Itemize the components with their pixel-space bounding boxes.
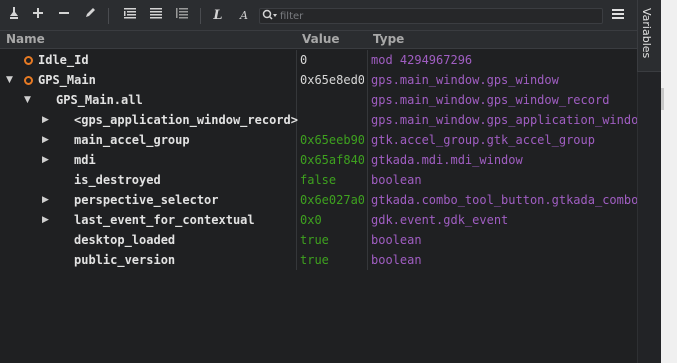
table-row[interactable]: ▶ last_event_for_contextual 0x0 gdk.event.g… — [0, 210, 637, 230]
plus-icon[interactable] — [28, 6, 48, 26]
row-name: main_accel_group — [74, 133, 190, 147]
row-value: 0x65af840 — [300, 153, 364, 167]
row-type: boolean — [371, 233, 422, 247]
expand-all-icon[interactable] — [120, 6, 140, 26]
row-value: 0x0 — [300, 213, 322, 227]
row-name: desktop_loaded — [74, 233, 176, 247]
table-row[interactable]: ▶ <gps_application_window_record> gps.main… — [0, 110, 637, 130]
row-value: true — [300, 233, 329, 247]
variable-marker-icon — [24, 56, 33, 65]
hamburger-menu-icon[interactable] — [608, 6, 628, 26]
column-type-header[interactable]: Type — [373, 32, 404, 46]
pencil-icon[interactable] — [80, 6, 100, 26]
row-type: boolean — [371, 253, 422, 267]
row-type: boolean — [371, 173, 422, 187]
italic-l-icon[interactable]: L — [208, 6, 228, 26]
row-value: true — [300, 253, 329, 267]
row-type: gdk.event.gdk_event — [371, 213, 509, 227]
row-name: Idle_Id — [38, 53, 89, 67]
collapse-arrow-icon[interactable]: ▶ — [42, 110, 52, 130]
collapse-arrow-icon[interactable]: ▶ — [42, 130, 52, 150]
row-name: <gps_application_window_record> — [74, 113, 298, 127]
row-name: is_destroyed — [74, 173, 161, 187]
row-type: gtkada.mdi.mdi_window — [371, 153, 523, 167]
row-name: mdi — [74, 153, 96, 167]
collapse-arrow-icon[interactable]: ▶ — [42, 150, 52, 170]
expand-arrow-icon[interactable]: ▼ — [24, 90, 34, 110]
row-name: last_event_for_contextual — [74, 213, 255, 227]
row-type: gps.main_window.gps_application_window — [371, 113, 637, 127]
broom-icon[interactable] — [4, 6, 24, 26]
toolbar-separator — [200, 8, 201, 24]
variable-marker-icon — [24, 76, 33, 85]
column-value-header[interactable]: Value — [302, 32, 340, 46]
variables-tab[interactable]: Variables — [637, 0, 661, 72]
collapse-arrow-icon[interactable]: ▶ — [42, 190, 52, 210]
row-name: perspective_selector — [74, 193, 219, 207]
window-edge — [661, 0, 677, 363]
row-value: 0x65e8ed0 — [300, 73, 364, 87]
table-row[interactable]: ▶ perspective_selector 0x6e027a0 gtkada.com… — [0, 190, 637, 210]
row-name: GPS_Main — [38, 73, 96, 87]
search-icon[interactable] — [262, 9, 278, 25]
side-panel-strip — [637, 72, 661, 363]
row-type: gtkada.combo_tool_button.gtkada_combo_ — [371, 193, 637, 207]
row-type: gps.main_window.gps_window_record — [371, 93, 610, 107]
column-header: Name Value Type — [0, 31, 637, 49]
row-type: gps.main_window.gps_window — [371, 73, 559, 87]
row-type: gtk.accel_group.gtk_accel_group — [371, 133, 595, 147]
table-row[interactable]: ▶ mdi 0x65af840 gtkada.mdi.mdi_window — [0, 150, 637, 170]
row-value: 0x6e027a0 — [300, 193, 364, 207]
table-row[interactable]: desktop_loaded true boolean — [0, 230, 637, 250]
row-name: GPS_Main.all — [56, 93, 143, 107]
table-row[interactable]: ▼ GPS_Main 0x65e8ed0 gps.main_window.gps_wi… — [0, 70, 637, 90]
italic-a-icon[interactable]: A — [234, 6, 254, 26]
table-row[interactable]: is_destroyed false boolean — [0, 170, 637, 190]
toolbar: L A — [0, 0, 637, 31]
row-value: 0x65eeb90 — [300, 133, 364, 147]
expand-arrow-icon[interactable]: ▼ — [6, 70, 16, 90]
collapse-arrow-icon[interactable]: ▶ — [42, 210, 52, 230]
row-value: false — [300, 173, 337, 187]
row-name: public_version — [74, 253, 176, 267]
table-row[interactable]: ▶ main_accel_group 0x65eeb90 gtk.accel_grou… — [0, 130, 637, 150]
row-type: mod 4294967296 — [371, 53, 473, 67]
filter-input[interactable] — [280, 9, 600, 23]
scrollbar-thumb[interactable] — [661, 88, 664, 110]
table-row[interactable]: ▼ GPS_Main.all gps.main_window.gps_window_… — [0, 90, 637, 110]
collapse-all-icon[interactable] — [146, 6, 166, 26]
table-row[interactable]: Idle_Id 0 mod 4294967296 — [0, 50, 637, 70]
row-value: 0 — [300, 53, 308, 67]
column-name-header[interactable]: Name — [6, 32, 45, 46]
variables-tree: Idle_Id 0 mod 4294967296 ▼ GPS_Main 0x65e8ed0… — [0, 50, 637, 270]
minus-icon[interactable] — [54, 6, 74, 26]
toolbar-separator — [108, 8, 109, 24]
variables-tab-label: Variables — [640, 8, 653, 59]
filter-box[interactable] — [259, 8, 603, 24]
table-row[interactable]: public_version true boolean — [0, 250, 637, 270]
outline-icon[interactable] — [172, 6, 192, 26]
